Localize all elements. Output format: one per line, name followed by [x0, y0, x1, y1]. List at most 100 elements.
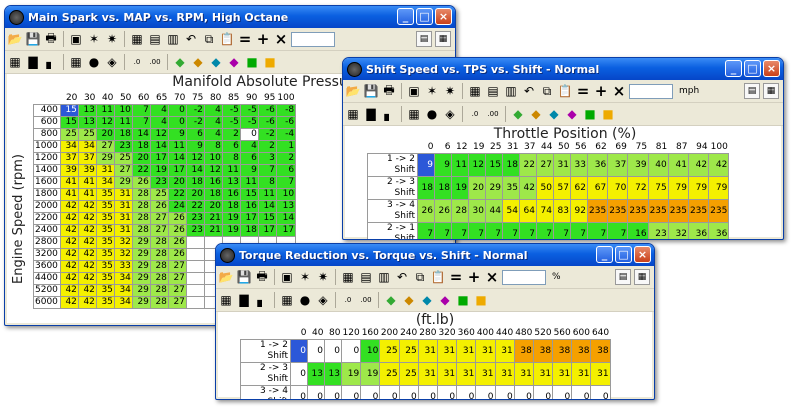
table-cell[interactable]: 31 — [475, 362, 496, 386]
minimize-button[interactable]: _ — [596, 246, 613, 263]
table-cell[interactable]: 31 — [456, 339, 477, 363]
table-cell[interactable]: 34 — [59, 140, 79, 153]
table-cell[interactable]: 35 — [95, 188, 115, 201]
table-cell[interactable]: 79 — [708, 176, 730, 200]
table-cell[interactable]: 41 — [59, 176, 79, 189]
table-cell[interactable]: 0 — [340, 385, 362, 399]
table-cell[interactable]: 27 — [149, 212, 169, 225]
grid-icon[interactable]: ▦ — [406, 106, 422, 122]
color-map-3-icon[interactable]: ◆ — [419, 292, 435, 308]
table-cell[interactable]: 28 — [149, 260, 169, 273]
grid-view-icon[interactable]: ▦ — [129, 31, 145, 47]
table-cell[interactable]: 29 — [131, 272, 151, 285]
table-cell[interactable]: 41 — [77, 188, 97, 201]
table-cell[interactable]: 25 — [379, 339, 400, 363]
table-cell[interactable]: 39 — [77, 164, 97, 177]
table-cell[interactable]: 31 — [113, 224, 133, 237]
table-cell[interactable]: 7 — [570, 222, 588, 239]
table-cell[interactable]: 72 — [627, 176, 649, 200]
table-cell[interactable]: 31 — [475, 339, 496, 363]
globe-icon[interactable]: ● — [297, 292, 313, 308]
table-cell[interactable]: 62 — [570, 176, 588, 200]
table-cell[interactable]: 10 — [113, 104, 133, 117]
table-cell[interactable]: 19 — [149, 164, 169, 177]
table-cell[interactable]: 10 — [360, 339, 381, 363]
table-cell[interactable]: 35 — [95, 272, 115, 285]
table-cell[interactable]: 6 — [185, 128, 205, 141]
table-cell[interactable]: 7 — [257, 164, 277, 177]
table-cell[interactable]: 7 — [131, 104, 151, 117]
table-cell[interactable]: 36 — [586, 153, 609, 177]
table-cell[interactable]: -5 — [221, 104, 241, 117]
equals-button[interactable]: = — [237, 30, 253, 48]
table-view-icon[interactable]: ▦ — [345, 106, 361, 122]
table-cell[interactable]: 28 — [149, 248, 169, 261]
table-cell[interactable]: 14 — [257, 200, 277, 213]
equals-button[interactable]: = — [448, 268, 464, 286]
value-input[interactable] — [629, 83, 673, 99]
table-cell[interactable] — [185, 272, 205, 285]
table-cell[interactable]: 42 — [519, 176, 537, 200]
table-cell[interactable]: 31 — [552, 362, 573, 386]
decrease-decimals-icon[interactable]: .0 — [129, 54, 145, 70]
star-icon[interactable]: ✶ — [86, 31, 102, 47]
table-cell[interactable]: 30 — [468, 199, 486, 223]
table-cell[interactable]: 14 — [131, 128, 151, 141]
table-cell[interactable]: 26 — [149, 200, 169, 213]
table-cell[interactable]: 42 — [59, 248, 79, 261]
table-cell[interactable] — [185, 248, 205, 261]
color-map-icon[interactable]: ◆ — [172, 54, 188, 70]
table-cell[interactable]: 17 — [149, 152, 169, 165]
table-cell[interactable]: 17 — [275, 224, 297, 237]
table-cell[interactable]: 0 — [532, 385, 554, 399]
table-cell[interactable]: 18 — [502, 153, 520, 177]
table-cell[interactable]: 27 — [167, 272, 187, 285]
table-cell[interactable]: 23 — [185, 224, 205, 237]
globe-icon[interactable]: ● — [424, 106, 440, 122]
table-cell[interactable]: 31 — [553, 153, 571, 177]
table-cell[interactable]: 0 — [167, 116, 187, 129]
chart-small-icon[interactable]: ▖ — [381, 106, 397, 122]
grid-view-3-icon[interactable]: ▥ — [376, 269, 392, 285]
table-cell[interactable] — [185, 260, 205, 273]
table-cell[interactable]: 13 — [221, 176, 241, 189]
star-plus-icon[interactable]: ✷ — [442, 83, 458, 99]
table-cell[interactable]: 235 — [647, 199, 669, 223]
table-cell[interactable]: 42 — [59, 200, 79, 213]
table-cell[interactable]: 28 — [131, 200, 151, 213]
table-cell[interactable]: 8 — [203, 140, 223, 153]
table-cell[interactable]: 31 — [417, 339, 438, 363]
table-cell[interactable]: 28 — [149, 272, 169, 285]
table-cell[interactable]: 0 — [360, 385, 381, 399]
table-cell[interactable]: 92 — [570, 199, 588, 223]
table-cell[interactable]: 18 — [239, 224, 259, 237]
table-cell[interactable]: 22 — [167, 188, 187, 201]
paste-icon[interactable]: 📋 — [557, 83, 573, 99]
table-cell[interactable]: 41 — [77, 176, 97, 189]
table-cell[interactable]: 17 — [257, 224, 277, 237]
table-cell[interactable]: 0 — [552, 385, 573, 399]
table-cell[interactable]: 0 — [494, 385, 515, 399]
table-cell[interactable]: 11 — [221, 164, 241, 177]
table-cell[interactable]: 28 — [149, 236, 169, 249]
save-icon[interactable]: 💾 — [236, 269, 252, 285]
open-icon[interactable]: 📂 — [345, 83, 361, 99]
color-map-2-icon[interactable]: ◆ — [190, 54, 206, 70]
table-cell[interactable]: 18 — [131, 140, 151, 153]
table-cell[interactable]: 31 — [113, 188, 133, 201]
table-cell[interactable]: 31 — [95, 164, 115, 177]
table-cell[interactable]: 23 — [647, 222, 669, 239]
table-cell[interactable]: -6 — [257, 104, 277, 117]
table-cell[interactable]: 0 — [590, 385, 611, 399]
table-cell[interactable]: 7 — [519, 222, 537, 239]
table-cell[interactable]: 64 — [519, 199, 537, 223]
table-cell[interactable]: 235 — [708, 199, 730, 223]
undo-icon[interactable]: ↶ — [521, 83, 537, 99]
table-cell[interactable]: 29 — [131, 260, 151, 273]
copy-icon[interactable]: ⧉ — [201, 31, 217, 47]
table-cell[interactable]: 67 — [586, 176, 609, 200]
table-cell[interactable]: 42 — [687, 153, 710, 177]
grid-view-icon[interactable]: ▦ — [467, 83, 483, 99]
table-cell[interactable]: 15 — [257, 212, 277, 225]
view-toggle-icon[interactable]: ▤ — [416, 31, 432, 47]
